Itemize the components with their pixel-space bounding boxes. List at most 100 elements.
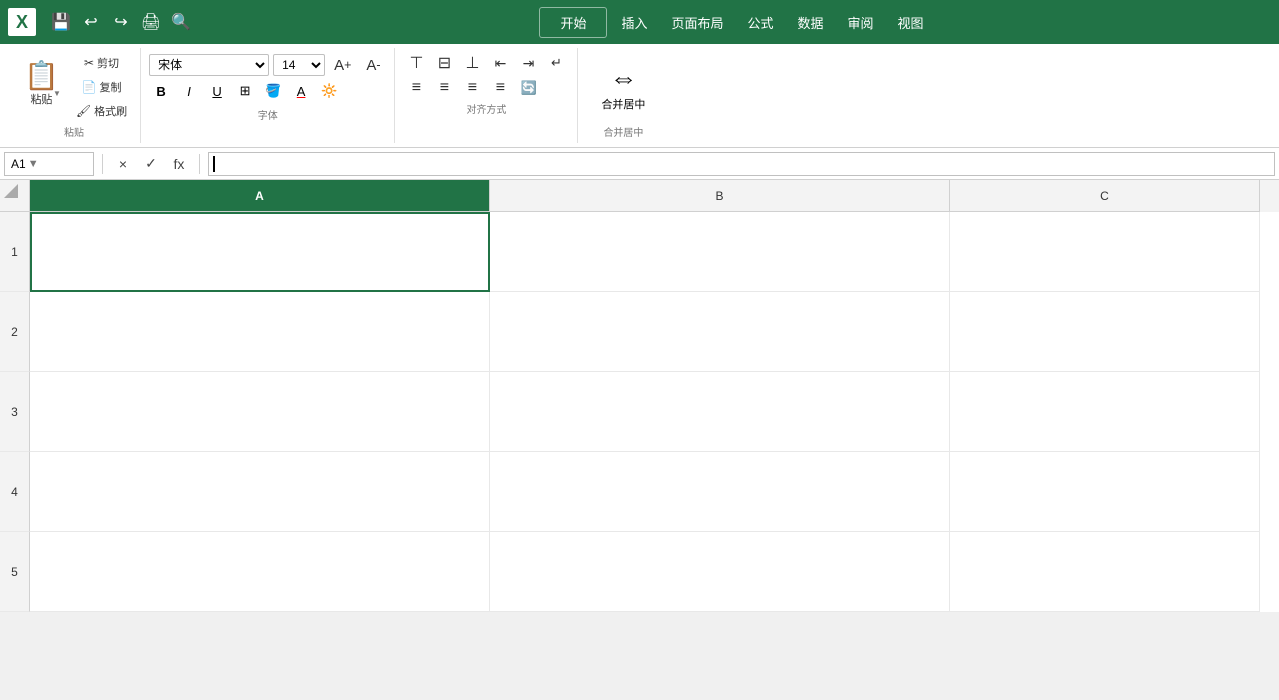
cell-b2[interactable]	[490, 292, 950, 372]
fill-button[interactable]: 🪣	[261, 79, 285, 103]
cell-c3[interactable]	[950, 372, 1260, 452]
data-tab-btn[interactable]: 数据	[788, 9, 834, 36]
col-header-b[interactable]: B	[490, 180, 950, 212]
merge-center-button[interactable]: ⇔ 合并居中	[595, 56, 651, 118]
col-header-a[interactable]: A	[30, 180, 490, 212]
clipboard-group-content: 📋 粘贴 ▼ ✂ 剪切 📄 复制 🖌 格式刷	[16, 52, 132, 122]
font-shrink-button[interactable]: A-	[360, 54, 386, 76]
merge-group-content: ⇔ 合并居中	[595, 52, 651, 122]
align-center-button[interactable]: ≡	[431, 77, 457, 99]
row-header-1[interactable]: 1	[0, 212, 30, 292]
clipboard-small-btns: ✂ 剪切 📄 复制 🖌 格式刷	[71, 52, 132, 122]
cancel-formula-button[interactable]: ×	[111, 152, 135, 176]
table-row: 4	[0, 452, 1279, 532]
table-row: 1	[0, 212, 1279, 292]
fx-icon: fx	[174, 156, 185, 172]
font-grow-button[interactable]: A+	[329, 54, 356, 76]
cell-c2[interactable]	[950, 292, 1260, 372]
paste-label: 粘贴	[30, 94, 52, 107]
indent-inc-button[interactable]: ⇥	[515, 52, 541, 74]
cell-a4[interactable]	[30, 452, 490, 532]
column-headers: A B C	[0, 180, 1279, 212]
redo-button[interactable]: ↪	[108, 9, 134, 35]
confirm-formula-button[interactable]: ✓	[139, 152, 163, 176]
alignment-controls: ⊤ ⊟ ⊥ ⇤ ⇥ ↵ ≡ ≡ ≡ ≡ 🔄	[403, 52, 569, 99]
pagelayout-tab-btn[interactable]: 页面布局	[661, 9, 733, 36]
cell-a5[interactable]	[30, 532, 490, 612]
undo-button[interactable]: ↩	[78, 9, 104, 35]
confirm-icon: ✓	[145, 155, 157, 172]
cell-b3[interactable]	[490, 372, 950, 452]
review-tab-btn[interactable]: 审阅	[838, 9, 884, 36]
clipboard-group: 📋 粘贴 ▼ ✂ 剪切 📄 复制 🖌 格式刷	[8, 48, 141, 143]
copy-button[interactable]: 📄 复制	[71, 76, 132, 98]
insert-function-button[interactable]: fx	[167, 152, 191, 176]
cell-b1[interactable]	[490, 212, 950, 292]
cell-ref-value: A1	[11, 157, 26, 171]
cell-b5[interactable]	[490, 532, 950, 612]
insert-tab-btn[interactable]: 插入	[611, 9, 657, 36]
paste-button[interactable]: 📋 粘贴 ▼	[16, 52, 67, 114]
cell-b4[interactable]	[490, 452, 950, 532]
alignment-group: ⊤ ⊟ ⊥ ⇤ ⇥ ↵ ≡ ≡ ≡ ≡ 🔄 对齐方式	[395, 48, 578, 143]
spreadsheet: A B C 1 2 3 4	[0, 180, 1279, 612]
cut-icon: ✂	[84, 56, 94, 70]
start-tab-btn[interactable]: 开始	[539, 7, 607, 38]
cell-ref-arrow[interactable]: ▼	[28, 158, 39, 170]
clipboard-group-label: 粘贴	[64, 124, 84, 139]
row-header-2[interactable]: 2	[0, 292, 30, 372]
row-header-3[interactable]: 3	[0, 372, 30, 452]
format-brush-label: 格式刷	[94, 103, 127, 119]
app-icon: X	[8, 8, 36, 36]
merge-group: ⇔ 合并居中 合并居中	[578, 48, 668, 143]
italic-button[interactable]: I	[177, 79, 201, 103]
cell-a2[interactable]	[30, 292, 490, 372]
merge-center-label: 合并居中	[601, 96, 645, 112]
align-row-1: ⊤ ⊟ ⊥ ⇤ ⇥ ↵	[403, 52, 569, 74]
font-size-select[interactable]: 14	[273, 54, 325, 76]
underline-button[interactable]: U	[205, 79, 229, 103]
cell-a3[interactable]	[30, 372, 490, 452]
cell-c1[interactable]	[950, 212, 1260, 292]
quick-access-toolbar: 💾 ↩ ↪ 🖨 🔍	[48, 9, 194, 35]
row-header-4[interactable]: 4	[0, 452, 30, 532]
cell-reference-box: A1 ▼	[4, 152, 94, 176]
format-brush-button[interactable]: 🖌 格式刷	[71, 100, 132, 122]
font-color-button[interactable]: A	[289, 79, 313, 103]
align-middle-button[interactable]: ⊟	[431, 52, 457, 74]
align-bottom-button[interactable]: ⊥	[459, 52, 485, 74]
cell-a1[interactable]	[30, 212, 490, 292]
justify-button[interactable]: ≡	[487, 77, 513, 99]
font-name-select[interactable]: 宋体	[149, 54, 269, 76]
row-col-corner[interactable]	[0, 180, 30, 212]
indent-dec-button[interactable]: ⇤	[487, 52, 513, 74]
font-group: 宋体 14 A+ A- B I U ⊞ 🪣 A 🔆	[141, 48, 395, 143]
print-button[interactable]: 🖨	[138, 9, 164, 35]
formula-input[interactable]	[208, 152, 1275, 176]
align-right-button[interactable]: ≡	[459, 77, 485, 99]
table-row: 2	[0, 292, 1279, 372]
paste-icon: 📋	[24, 59, 59, 92]
bold-button[interactable]: B	[149, 79, 173, 103]
formula-tab-btn[interactable]: 公式	[737, 9, 783, 36]
highlight-button[interactable]: 🔆	[317, 79, 341, 103]
zoom-button[interactable]: 🔍	[168, 9, 194, 35]
ribbon: 📋 粘贴 ▼ ✂ 剪切 📄 复制 🖌 格式刷	[0, 44, 1279, 148]
save-button[interactable]: 💾	[48, 9, 74, 35]
merge-group-label: 合并居中	[603, 124, 643, 139]
orientation-button[interactable]: 🔄	[515, 77, 541, 99]
align-top-button[interactable]: ⊤	[403, 52, 429, 74]
align-left-button[interactable]: ≡	[403, 77, 429, 99]
cell-c4[interactable]	[950, 452, 1260, 532]
font-name-row: 宋体 14 A+ A-	[149, 54, 386, 76]
wrap-text-button[interactable]: ↵	[543, 52, 569, 74]
ribbon-content: 📋 粘贴 ▼ ✂ 剪切 📄 复制 🖌 格式刷	[0, 44, 1279, 147]
formula-bar: A1 ▼ × ✓ fx	[0, 148, 1279, 180]
cell-c5[interactable]	[950, 532, 1260, 612]
view-tab-btn[interactable]: 视图	[888, 9, 934, 36]
row-header-5[interactable]: 5	[0, 532, 30, 612]
col-header-c[interactable]: C	[950, 180, 1260, 212]
cut-button[interactable]: ✂ 剪切	[71, 52, 132, 74]
border-button[interactable]: ⊞	[233, 79, 257, 103]
sheet-body: 1 2 3 4 5	[0, 212, 1279, 612]
